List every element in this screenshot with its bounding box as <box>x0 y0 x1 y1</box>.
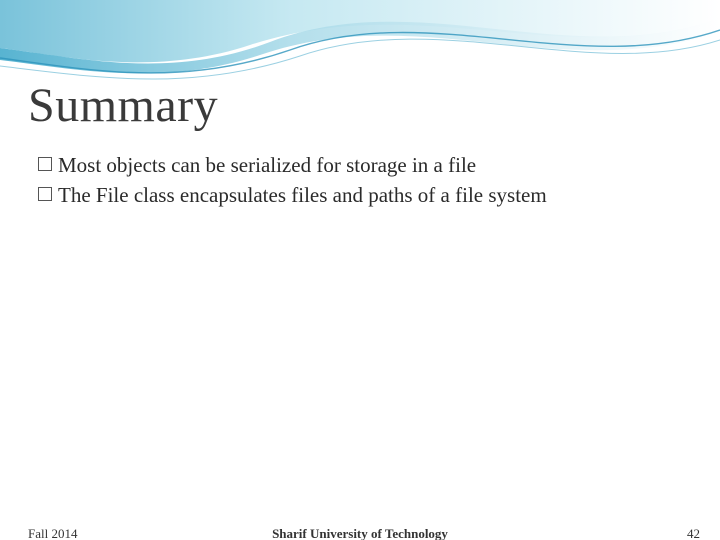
footer-page-number: 42 <box>687 526 700 540</box>
bullet-text: Most objects can be serialized for stora… <box>58 151 476 179</box>
bullet-text: The File class encapsulates files and pa… <box>58 181 547 209</box>
bullet-item: Most objects can be serialized for stora… <box>38 151 692 179</box>
bullet-item: The File class encapsulates files and pa… <box>38 181 692 209</box>
square-bullet-icon <box>38 157 52 171</box>
bullet-list: Most objects can be serialized for stora… <box>28 151 692 210</box>
footer-date: Fall 2014 <box>28 526 77 540</box>
square-bullet-icon <box>38 187 52 201</box>
slide-title: Summary <box>28 78 692 133</box>
footer-institution: Sharif University of Technology <box>272 526 448 540</box>
